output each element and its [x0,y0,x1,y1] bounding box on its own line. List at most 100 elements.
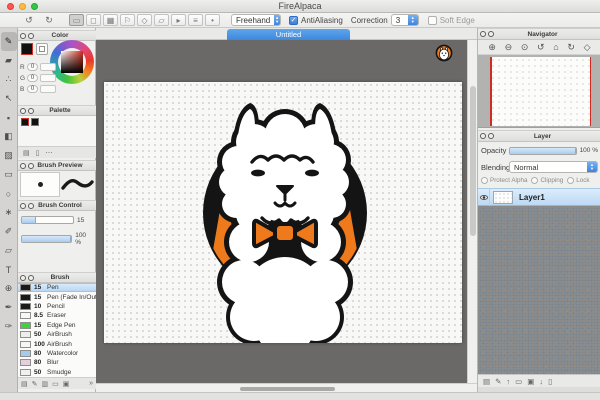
rotate-left-icon[interactable]: ↺ [537,42,545,53]
blue-channel-value[interactable]: 0 [27,85,38,93]
layer-list-item[interactable]: Layer1 [478,188,600,206]
background-color-swatch[interactable] [36,43,48,55]
palette-swatch[interactable] [21,118,29,126]
green-channel-value[interactable]: 0 [27,74,38,82]
move-layer-up-icon[interactable]: ↑ [506,377,510,386]
palette-swatch[interactable] [31,118,39,126]
blue-channel-slider[interactable] [40,85,56,93]
zoom-in-icon[interactable]: ⊕ [488,42,496,53]
dot-pen-tool[interactable]: ∴ [1,70,17,89]
select-lasso-tool[interactable]: ○ [1,184,17,203]
zoom-reset-icon[interactable]: ⊙ [521,42,529,53]
delete-brush-icon[interactable]: ▣ [63,380,70,388]
delete-swatch-icon[interactable]: ▯ [36,149,40,157]
fit-window-icon[interactable]: ◇ [584,42,591,53]
red-channel-slider[interactable] [40,63,56,71]
select-rect-tool[interactable]: ▭ [1,165,17,184]
pen-tool[interactable]: ✎ [1,32,17,51]
red-channel-value[interactable]: 0 [27,63,38,71]
panel-close-button[interactable] [20,203,26,209]
horizontal-scrollbar[interactable] [96,383,477,392]
point-icon[interactable]: • [205,14,220,26]
eyedropper-tool[interactable]: ✒ [1,298,17,317]
lock-checkbox[interactable] [567,177,574,184]
bucket-tool[interactable]: ◧ [1,127,17,146]
panel-close-button[interactable] [480,31,486,37]
brush-list-item[interactable]: 15Edge Pen [18,321,96,330]
foreground-color-swatch[interactable] [21,43,33,55]
layer-folder-icon[interactable]: ▭ [515,377,522,386]
zoom-tool[interactable]: ⊕ [1,279,17,298]
tool-mode-select[interactable]: Freehand ▲▼ [231,14,281,26]
brush-folder-icon[interactable]: ▭ [52,380,59,388]
duplicate-brush-icon[interactable]: ▥ [42,380,49,388]
flip-icon[interactable]: ▱ [154,14,169,26]
brush-size-slider[interactable] [21,216,74,224]
merge-layer-icon[interactable]: ↓ [539,377,543,386]
rotate-right-icon[interactable]: ↻ [567,42,575,53]
cursor-icon[interactable]: ▸ [171,14,186,26]
select-pen-tool[interactable]: ✐ [1,222,17,241]
opacity-slider[interactable] [509,147,577,155]
delete-layer-icon[interactable]: ▯ [548,377,552,386]
select-eraser-tool[interactable]: ▱ [1,241,17,260]
navigator-preview[interactable] [478,55,600,128]
add-brush-icon[interactable]: ▤ [21,380,28,388]
edit-brush-icon[interactable]: ✎ [32,380,38,388]
eraser-tool[interactable]: ▰ [1,51,17,70]
more-options-icon[interactable]: ⋯ [45,149,52,157]
grid-icon[interactable]: ▦ [103,14,118,26]
green-channel-slider[interactable] [40,74,56,82]
brush-list-item[interactable]: 8.5Eraser [18,311,96,320]
new-swatch-icon[interactable]: ▤ [23,149,30,157]
gradient-tool[interactable]: ▨ [1,146,17,165]
undo-icon[interactable]: ↺ [22,14,36,26]
panel-close-button[interactable] [480,133,486,139]
brush-list-item[interactable]: 80Blur [18,358,96,367]
brush-opacity-slider[interactable] [21,235,72,243]
brush-list-item[interactable]: 100AirBrush [18,339,96,348]
brush-list-item[interactable]: 15Pen (Fade In/Out) [18,292,96,301]
panel-close-button[interactable] [20,275,26,281]
hand-tool[interactable]: ✑ [1,317,17,336]
vertical-scrollbar[interactable] [467,40,477,383]
canvas-page[interactable] [104,82,462,343]
text-tool[interactable]: T [1,260,17,279]
transform-icon[interactable]: ◇ [137,14,152,26]
flag-icon[interactable]: ⚐ [120,14,135,26]
brush-list-item[interactable]: 10Pencil [18,302,96,311]
edit-layer-icon[interactable]: ✎ [495,377,501,386]
layer-visibility-toggle[interactable] [478,188,490,206]
more-brushes-icon[interactable]: » [89,380,93,387]
saturation-value-box[interactable] [61,51,83,73]
color-wheel[interactable] [50,40,94,84]
blending-select[interactable]: Normal ▲▼ [509,161,598,173]
horizontal-scrollbar-thumb[interactable] [240,387,335,391]
document-tab[interactable]: Untitled [227,29,350,40]
canvas-viewport[interactable] [96,40,467,383]
table-icon[interactable]: ≡ [188,14,203,26]
panel-close-button[interactable] [20,33,26,39]
deselect-icon[interactable]: ◻ [86,14,101,26]
panel-close-button[interactable] [20,163,26,169]
brush-list-item[interactable]: 50Smudge [18,368,96,377]
fill-tool[interactable]: ▪ [1,108,17,127]
clipping-checkbox[interactable] [531,177,538,184]
vertical-scrollbar-thumb[interactable] [470,86,476,236]
redo-icon[interactable]: ↻ [42,14,56,26]
protect-alpha-checkbox[interactable] [481,177,488,184]
reset-view-icon[interactable]: ⌂ [553,42,558,52]
brush-list-item[interactable]: 80Watercolor [18,349,96,358]
move-tool[interactable]: ↖ [1,89,17,108]
soft-edge-checkbox[interactable]: Soft Edge [428,16,475,25]
duplicate-layer-icon[interactable]: ▣ [527,377,534,386]
brush-list-item[interactable]: 15Pen [18,283,96,292]
zoom-out-icon[interactable]: ⊖ [505,42,513,53]
correction-select[interactable]: 3 ▲▼ [391,14,419,26]
magic-wand-tool[interactable]: ∗ [1,203,17,222]
antialiasing-checkbox[interactable]: ✓ AntiAliasing [289,16,343,25]
select-rect-icon[interactable]: ▭ [69,14,84,26]
panel-close-button[interactable] [20,108,26,114]
brush-list-item[interactable]: 50AirBrush [18,330,96,339]
add-layer-icon[interactable]: ▤ [483,377,490,386]
